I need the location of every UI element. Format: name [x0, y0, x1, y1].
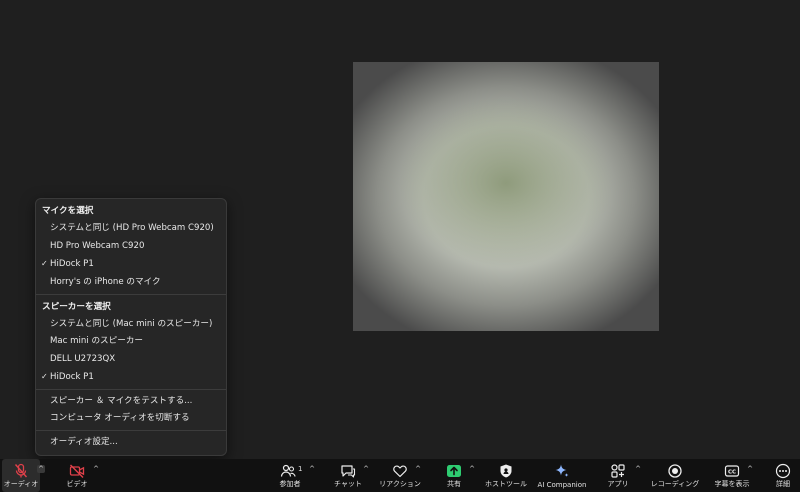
- disconnect-audio-option[interactable]: コンピュータ オーディオを切断する: [50, 410, 222, 426]
- more-button[interactable]: 詳細: [768, 459, 798, 492]
- speaker-option-macmini[interactable]: Mac mini のスピーカー: [50, 333, 222, 349]
- participants-options-caret[interactable]: ^: [308, 465, 316, 473]
- menu-divider: [36, 294, 226, 295]
- video-options-caret[interactable]: ^: [92, 465, 100, 473]
- participant-video-tile[interactable]: [353, 62, 659, 331]
- more-label: 詳細: [776, 480, 790, 488]
- audio-options-caret[interactable]: ^: [37, 465, 45, 473]
- blurred-video-feed: [353, 62, 659, 331]
- speaker-option-label: HiDock P1: [50, 372, 94, 382]
- microphone-muted-icon: [13, 463, 29, 479]
- share-label: 共有: [447, 480, 461, 488]
- share-options-caret[interactable]: ^: [468, 465, 476, 473]
- speaker-option-label: Mac mini のスピーカー: [50, 336, 144, 346]
- ai-companion-label: AI Companion: [537, 481, 587, 489]
- checkmark-icon: ✓: [41, 259, 48, 268]
- speaker-option-system[interactable]: システムと同じ (Mac mini のスピーカー): [50, 316, 222, 332]
- audio-settings-option[interactable]: オーディオ設定...: [50, 434, 222, 450]
- mic-option-label: Horry's の iPhone のマイク: [50, 277, 161, 287]
- mic-option-webcam[interactable]: HD Pro Webcam C920: [50, 238, 222, 254]
- video-label: ビデオ: [66, 480, 88, 488]
- audio-label: オーディオ: [3, 480, 39, 488]
- mic-option-system[interactable]: システムと同じ (HD Pro Webcam C920): [50, 220, 222, 236]
- speaker-option-label: DELL U2723QX: [50, 354, 116, 364]
- host-tools-button[interactable]: ホストツール: [482, 459, 530, 492]
- speaker-section-title: スピーカーを選択: [42, 302, 111, 312]
- chat-label: チャット: [334, 480, 362, 488]
- menu-divider: [36, 430, 226, 431]
- recording-label: レコーディング: [650, 480, 700, 488]
- audio-options-menu: マイクを選択 システムと同じ (HD Pro Webcam C920) HD P…: [35, 198, 227, 456]
- apps-icon: [610, 463, 626, 479]
- video-off-icon: [69, 463, 85, 479]
- more-icon: [775, 463, 791, 479]
- menu-divider: [36, 389, 226, 390]
- mic-option-label: HiDock P1: [50, 259, 94, 269]
- captions-label: 字幕を表示: [714, 480, 750, 488]
- mic-section-title: マイクを選択: [42, 206, 94, 216]
- recording-button[interactable]: レコーディング: [648, 459, 702, 492]
- participants-button[interactable]: 1 参加者: [272, 459, 308, 492]
- speaker-option-label: システムと同じ (Mac mini のスピーカー): [50, 319, 213, 329]
- video-button[interactable]: ビデオ: [58, 459, 96, 492]
- participants-count: 1: [298, 465, 303, 473]
- sparkle-icon: [554, 463, 570, 479]
- captions-button[interactable]: CC 字幕を表示: [710, 459, 754, 492]
- reactions-label: リアクション: [379, 480, 421, 488]
- svg-text:CC: CC: [728, 469, 736, 475]
- checkmark-icon: ✓: [41, 372, 48, 381]
- host-tools-label: ホストツール: [485, 480, 527, 488]
- heart-icon: [392, 463, 408, 479]
- mic-option-label: システムと同じ (HD Pro Webcam C920): [50, 223, 214, 233]
- meeting-toolbar: オーディオ ^ ビデオ ^ 1 参加者 ^ チャット ^ リアクション ^ 共有…: [0, 459, 800, 492]
- chat-icon: [340, 463, 356, 479]
- participants-label: 参加者: [279, 480, 301, 488]
- mic-option-hidock[interactable]: HiDock P1: [50, 256, 222, 272]
- mic-option-iphone[interactable]: Horry's の iPhone のマイク: [50, 274, 222, 290]
- shield-icon: [498, 463, 514, 479]
- share-screen-icon: [446, 463, 462, 479]
- apps-label: アプリ: [607, 480, 629, 488]
- speaker-option-dell[interactable]: DELL U2723QX: [50, 351, 222, 367]
- share-button[interactable]: 共有: [436, 459, 472, 492]
- reactions-options-caret[interactable]: ^: [414, 465, 422, 473]
- test-speaker-mic-option[interactable]: スピーカー ＆ マイクをテストする...: [50, 393, 222, 409]
- chat-options-caret[interactable]: ^: [362, 465, 370, 473]
- speaker-option-hidock[interactable]: HiDock P1: [50, 369, 222, 385]
- captions-options-caret[interactable]: ^: [746, 465, 754, 473]
- closed-captions-icon: CC: [724, 463, 740, 479]
- apps-options-caret[interactable]: ^: [634, 465, 642, 473]
- participants-icon: [280, 463, 296, 479]
- apps-button[interactable]: アプリ: [602, 459, 634, 492]
- chat-button[interactable]: チャット: [330, 459, 366, 492]
- mic-option-label: HD Pro Webcam C920: [50, 241, 145, 251]
- record-icon: [667, 463, 683, 479]
- ai-companion-button[interactable]: AI Companion: [534, 459, 590, 492]
- audio-button[interactable]: オーディオ: [2, 459, 40, 492]
- reactions-button[interactable]: リアクション: [378, 459, 422, 492]
